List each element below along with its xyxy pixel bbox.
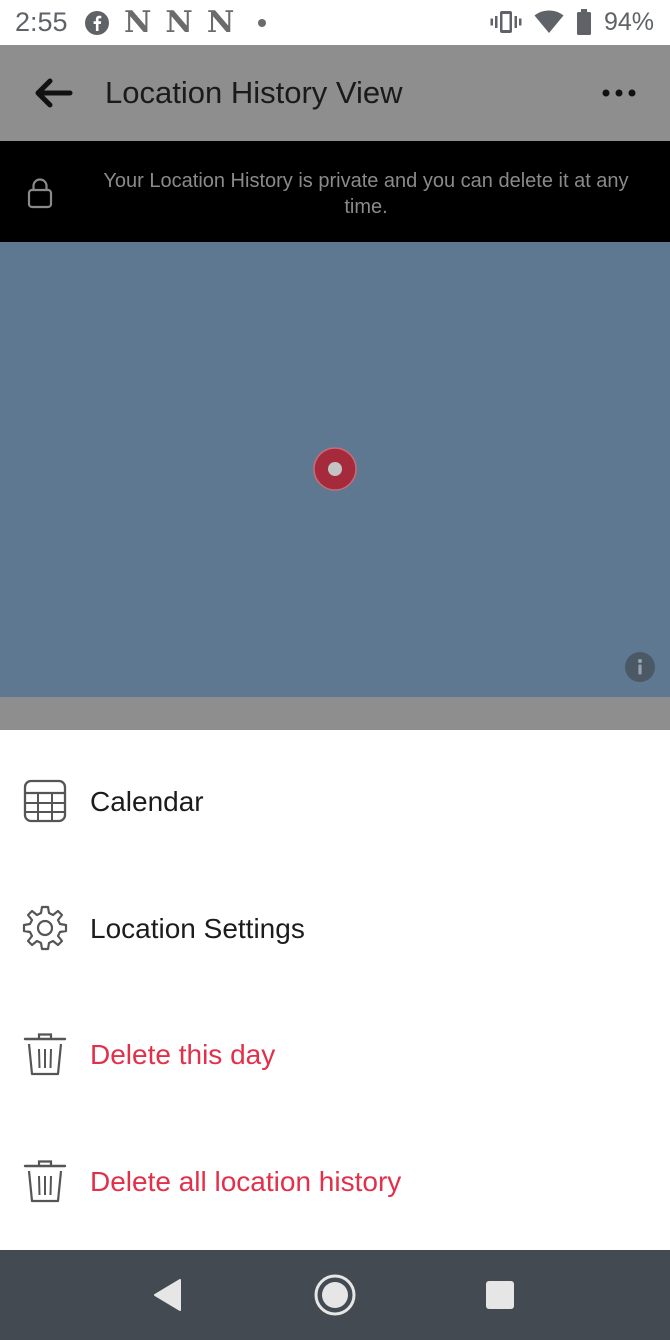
- vibrate-icon: [490, 11, 522, 33]
- notification-icons: N N N: [84, 5, 280, 40]
- facebook-icon: [85, 11, 109, 35]
- battery-icon: [576, 9, 591, 35]
- trash-icon: [23, 1033, 67, 1076]
- menu-label-delete-all-location-history: Delete all location history: [90, 1166, 402, 1197]
- netflix-icon: N: [124, 5, 152, 40]
- calendar-icon: [23, 779, 67, 823]
- privacy-banner: Your Location History is private and you…: [0, 141, 670, 242]
- trash-icon: [23, 1160, 67, 1203]
- page-title: Location History View: [105, 75, 403, 110]
- sheet-scrim[interactable]: [0, 697, 670, 730]
- netflix-icon: N: [165, 5, 193, 40]
- menu-label-delete-this-day: Delete this day: [90, 1039, 276, 1070]
- privacy-notice-text: Your Location History is private and you…: [103, 170, 629, 218]
- wifi-icon: [534, 10, 564, 33]
- more-options-icon[interactable]: [596, 75, 642, 111]
- menu-label-location-settings: Location Settings: [90, 913, 305, 944]
- status-time: 2:55: [15, 7, 68, 37]
- menu-item-location-settings[interactable]: Location Settings: [0, 877, 670, 977]
- lock-icon: [27, 178, 53, 209]
- status-bar: 2:55 N N N 94%: [0, 0, 670, 45]
- app-bar: Location History View: [0, 45, 670, 141]
- menu-item-calendar[interactable]: Calendar: [0, 750, 670, 850]
- netflix-icon: N: [206, 5, 235, 40]
- nav-recents-icon[interactable]: [486, 1281, 514, 1309]
- options-sheet: Calendar Location Settings Delete this d…: [0, 730, 670, 1250]
- menu-label-calendar: Calendar: [90, 786, 204, 817]
- battery-percent: 94%: [603, 7, 654, 36]
- location-map[interactable]: [0, 242, 670, 697]
- back-arrow-icon[interactable]: [26, 73, 78, 113]
- system-nav-bar: [0, 1250, 670, 1340]
- system-icons: 94%: [478, 7, 654, 37]
- menu-item-delete-this-day[interactable]: Delete this day: [0, 1003, 670, 1103]
- nav-back-icon[interactable]: [152, 1278, 182, 1312]
- dot-icon: [258, 19, 267, 27]
- menu-item-delete-all-location-history[interactable]: Delete all location history: [0, 1130, 670, 1230]
- location-marker-icon[interactable]: [313, 447, 357, 491]
- gear-icon: [22, 905, 68, 951]
- info-icon[interactable]: [625, 652, 655, 682]
- nav-home-icon[interactable]: [313, 1273, 357, 1317]
